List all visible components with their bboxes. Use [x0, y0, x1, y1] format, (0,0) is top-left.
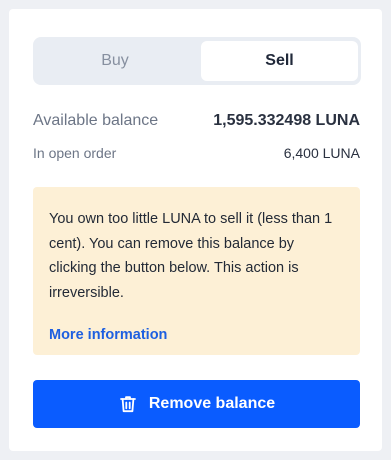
more-information-link[interactable]: More information: [49, 327, 167, 343]
remove-balance-label: Remove balance: [148, 395, 276, 412]
tab-buy[interactable]: Buy: [37, 41, 193, 81]
open-order-label: In open order: [33, 145, 117, 161]
trade-panel: Buy Sell Available balance 1,595.332498 …: [9, 9, 382, 451]
tab-sell[interactable]: Sell: [201, 41, 358, 81]
low-balance-warning: You own too little LUNA to sell it (less…: [33, 187, 360, 355]
available-balance-value: 1,595.332498 LUNA: [213, 112, 360, 129]
open-order-value: 6,400 LUNA: [283, 145, 360, 161]
buy-sell-toggle: Buy Sell: [33, 37, 361, 85]
open-order-row: In open order 6,400 LUNA: [33, 143, 360, 163]
remove-balance-button[interactable]: Remove balance: [33, 380, 360, 428]
warning-message: You own too little LUNA to sell it (less…: [49, 211, 333, 301]
available-balance-label: Available balance: [33, 112, 159, 129]
available-balance-row: Available balance 1,595.332498 LUNA: [33, 109, 360, 133]
trash-icon: [118, 394, 138, 414]
